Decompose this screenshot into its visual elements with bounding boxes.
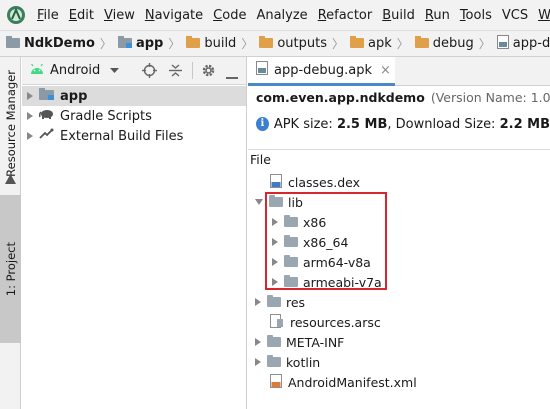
breadcrumb-debug[interactable]: debug 〉	[409, 35, 491, 52]
dex-file-icon	[270, 173, 282, 191]
breadcrumb-outputs[interactable]: outputs 〉	[253, 35, 344, 52]
apk-package-header: com.even.app.ndkdemo (Version Name: 1.0,…	[256, 89, 550, 105]
breadcrumb-app-debug-apk[interactable]: app-debug.apk	[491, 34, 550, 53]
tab-project[interactable]: 1: Project	[0, 195, 21, 343]
view-mode-selector[interactable]: Android	[50, 63, 100, 78]
menu-tools[interactable]: Tools	[455, 8, 497, 23]
folder-orange-icon	[414, 35, 429, 52]
apk-size-summary: i APK size: 2.5 MB, Download Size: 2.2 M…	[248, 112, 550, 136]
expand-arrow-icon[interactable]	[255, 358, 261, 366]
menu-vcs[interactable]: VCS	[497, 8, 533, 23]
expand-arrow-icon[interactable]	[27, 92, 33, 100]
expand-arrow-icon[interactable]	[255, 338, 261, 346]
file-row-classes-dex[interactable]: classes.dex	[270, 172, 360, 192]
android-icon	[30, 63, 44, 78]
menu-run[interactable]: Run	[420, 8, 455, 23]
file-row-resources-arsc[interactable]: resources.arsc	[270, 312, 381, 332]
breadcrumb: NdkDemo 〉 app 〉 build 〉 outputs 〉 apk 〉 …	[0, 30, 550, 57]
resource-manager-icon	[4, 173, 17, 190]
close-icon[interactable]: ×	[380, 63, 391, 78]
gradle-elephant-icon	[38, 108, 54, 124]
project-panel: Android app Gradle Scripts External Buil…	[22, 57, 247, 409]
module-folder-icon	[39, 88, 54, 104]
folder-icon	[267, 295, 281, 307]
info-icon: i	[256, 117, 269, 131]
apk-file-icon	[256, 61, 268, 79]
apk-file-icon	[496, 34, 509, 53]
folder-orange-icon	[259, 35, 274, 52]
menu-navigate[interactable]: Navigate	[140, 8, 208, 23]
menu-code[interactable]: Code	[208, 8, 251, 23]
file-column-header[interactable]: File	[248, 149, 550, 169]
breadcrumb-build[interactable]: build 〉	[180, 35, 253, 52]
toolbar-divider	[192, 62, 193, 79]
tree-item-app[interactable]: app	[22, 86, 246, 106]
chevron-right-icon: 〉	[168, 37, 181, 51]
menu-bar: File Edit View Navigate Code Analyze Ref…	[0, 0, 550, 30]
chevron-right-icon: 〉	[99, 37, 112, 51]
expand-arrow-icon[interactable]	[27, 132, 33, 140]
file-row-android-manifest[interactable]: AndroidManifest.xml	[270, 372, 417, 392]
gear-icon[interactable]	[201, 63, 216, 82]
tree-item-gradle-scripts[interactable]: Gradle Scripts	[22, 106, 246, 126]
xml-file-icon	[270, 373, 282, 391]
project-folder-icon	[6, 35, 20, 52]
menu-view[interactable]: View	[99, 8, 140, 23]
chevron-right-icon: 〉	[241, 37, 254, 51]
arsc-file-icon	[270, 313, 284, 331]
breadcrumb-apk[interactable]: apk 〉	[344, 35, 409, 52]
expand-arrow-icon[interactable]	[255, 298, 261, 306]
file-row-res[interactable]: res	[255, 292, 305, 312]
menu-file[interactable]: File	[32, 8, 64, 23]
folder-orange-icon	[186, 35, 201, 52]
breadcrumb-ndkdemo[interactable]: NdkDemo 〉	[0, 35, 112, 52]
folder-icon	[267, 335, 281, 347]
expand-arrow-icon[interactable]	[27, 112, 33, 120]
android-studio-icon	[6, 5, 26, 25]
chevron-right-icon: 〉	[478, 37, 491, 51]
build-files-icon	[39, 128, 54, 144]
menu-analyze[interactable]: Analyze	[251, 8, 312, 23]
folder-orange-icon	[350, 35, 364, 52]
project-toolbar: Android	[22, 57, 246, 85]
chevron-down-icon[interactable]	[110, 63, 120, 78]
tab-app-debug-apk[interactable]: app-debug.apk ×	[248, 57, 395, 86]
collapse-all-icon[interactable]	[168, 63, 183, 82]
file-row-meta-inf[interactable]: META-INF	[255, 332, 344, 352]
chevron-right-icon: 〉	[331, 37, 344, 51]
menu-refactor[interactable]: Refactor	[313, 8, 378, 23]
breadcrumb-app[interactable]: app 〉	[112, 35, 180, 52]
left-tool-strip: Resource Manager 1: Project	[0, 57, 21, 409]
menu-build[interactable]: Build	[377, 8, 420, 23]
module-folder-icon	[117, 35, 132, 52]
locate-target-icon[interactable]	[142, 63, 157, 82]
lib-highlight-box	[265, 192, 387, 290]
tree-item-external-build-files[interactable]: External Build Files	[22, 126, 246, 146]
tab-resource-manager[interactable]: Resource Manager	[0, 67, 21, 179]
minimize-icon[interactable]	[226, 69, 238, 84]
menu-window[interactable]: Windo	[533, 8, 550, 23]
folder-icon	[267, 355, 281, 367]
chevron-right-icon: 〉	[396, 37, 409, 51]
file-row-kotlin[interactable]: kotlin	[255, 352, 320, 372]
collapse-arrow-icon[interactable]	[255, 199, 263, 205]
menu-edit[interactable]: Edit	[64, 8, 99, 23]
editor-tab-bar: app-debug.apk ×	[248, 57, 550, 86]
